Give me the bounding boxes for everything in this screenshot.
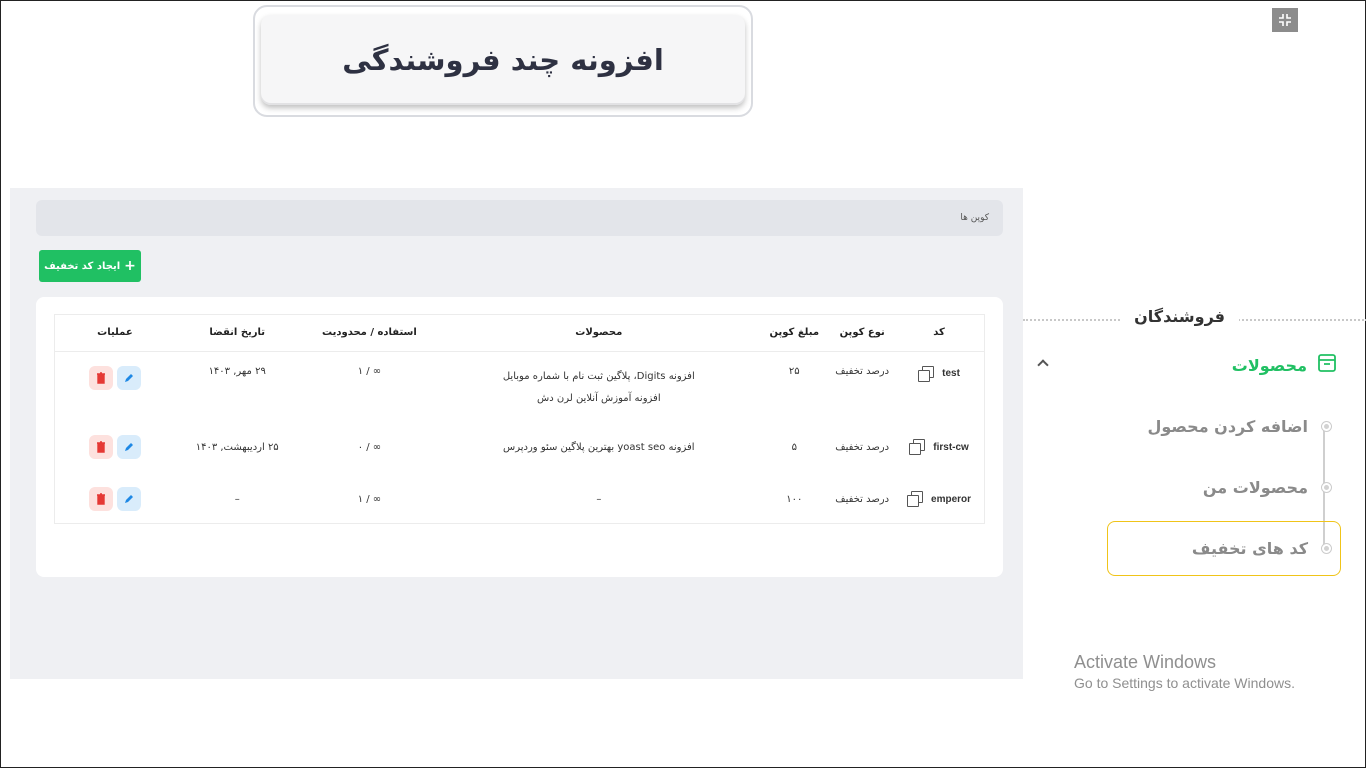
bullet-dot	[1322, 483, 1331, 492]
coupon-product: افزونه آموزش آنلاین لرن دش	[537, 392, 661, 404]
vendor-sidebar: فروشندگان محصولات اضافه کردن محصول محصول…	[1023, 291, 1366, 591]
title-card-inner: افزونه چند فروشندگی	[261, 15, 745, 105]
coupon-product: افزونه yoast seo بهترین پلاگین سئو وردپر…	[503, 441, 695, 453]
coupon-expiry: ۲۹ مهر, ۱۴۰۳	[208, 365, 266, 377]
col-code: کد	[894, 315, 984, 352]
title-card: افزونه چند فروشندگی	[253, 5, 753, 117]
coupon-type: درصد تخفیف	[835, 493, 890, 505]
sidebar-item-label: کد های تخفیف	[1191, 539, 1308, 558]
sidebar-item-my-products[interactable]: محصولات من	[1203, 478, 1331, 497]
trash-icon[interactable]	[88, 365, 113, 390]
sidebar-item-label: محصولات	[1231, 355, 1307, 375]
coupon-expiry: –	[234, 493, 240, 505]
watermark-line1: Activate Windows	[1074, 652, 1217, 672]
coupon-amount: ۱۰۰	[786, 493, 803, 505]
breadcrumb: کوپن ها	[36, 200, 1003, 236]
pencil-icon[interactable]	[116, 365, 141, 390]
coupon-code: test	[942, 368, 960, 379]
create-coupon-label: ایجاد کد تخفیف	[44, 260, 121, 272]
table-row: emperor درصد تخفیف ۱۰۰ – ∞ / ۱ –	[55, 473, 984, 525]
sidebar-item-add-product[interactable]: اضافه کردن محصول	[1147, 417, 1331, 436]
copy-icon[interactable]	[918, 365, 935, 382]
table-row: test درصد تخفیف ۲۵ افزونه Digits، پلاگین…	[55, 351, 984, 421]
chevron-up-icon[interactable]	[1037, 359, 1049, 371]
plus-icon: +	[124, 258, 136, 274]
sidebar-section-title: فروشندگان	[1120, 307, 1239, 326]
bullet-dot	[1322, 544, 1331, 553]
coupon-usage: ∞ / ۰	[357, 441, 382, 453]
coupon-product: افزونه Digits، پلاگین ثبت نام با شماره م…	[502, 370, 695, 382]
sidebar-item-coupons[interactable]: کد های تخفیف	[1192, 539, 1331, 558]
main-panel: کوپن ها + ایجاد کد تخفیف کد نوع کوپن مبل…	[10, 188, 1023, 679]
table-row: first-cw درصد تخفیف ۵ افزونه yoast seo ب…	[55, 421, 984, 473]
coupons-table: کد نوع کوپن مبلغ کوپن محصولات استفاده / …	[54, 314, 985, 524]
sidebar-item-label: اضافه کردن محصول	[1147, 417, 1308, 436]
copy-icon[interactable]	[909, 439, 926, 455]
page-title: افزونه چند فروشندگی	[342, 43, 664, 77]
box-icon	[1317, 353, 1337, 377]
coupon-type: درصد تخفیف	[835, 365, 890, 377]
col-expiry: تاریخ انقضا	[174, 315, 300, 352]
watermark-line2: Go to Settings to activate Windows.	[1074, 675, 1295, 691]
sidebar-item-label: محصولات من	[1202, 478, 1308, 497]
coupon-code: emperor	[931, 493, 972, 505]
coupon-usage: ∞ / ۱	[357, 365, 382, 377]
coupon-product: –	[596, 493, 602, 505]
pencil-icon[interactable]	[116, 487, 141, 511]
coupon-amount: ۲۵	[788, 365, 800, 377]
col-amount: مبلغ کوپن	[758, 315, 831, 352]
col-actions: عملیات	[55, 315, 175, 352]
breadcrumb-label: کوپن ها	[960, 213, 989, 223]
col-type: نوع کوپن	[830, 315, 895, 352]
activate-windows-watermark: Activate Windows Go to Settings to activ…	[1074, 652, 1295, 691]
trash-icon[interactable]	[88, 435, 113, 459]
bullet-dot	[1322, 422, 1331, 431]
trash-icon[interactable]	[88, 487, 113, 511]
pencil-icon[interactable]	[116, 435, 141, 459]
table-header-row: کد نوع کوپن مبلغ کوپن محصولات استفاده / …	[55, 315, 984, 352]
copy-icon[interactable]	[907, 491, 924, 507]
exit-fullscreen-icon[interactable]	[1272, 8, 1298, 32]
coupon-amount: ۵	[791, 441, 797, 453]
coupon-usage: ∞ / ۱	[357, 493, 382, 505]
col-usage: استفاده / محدودیت	[299, 315, 440, 352]
coupons-card: کد نوع کوپن مبلغ کوپن محصولات استفاده / …	[36, 297, 1003, 577]
col-products: محصولات	[439, 315, 759, 352]
create-coupon-button[interactable]: + ایجاد کد تخفیف	[39, 250, 141, 282]
sidebar-item-products[interactable]: محصولات	[1232, 353, 1337, 377]
coupon-code: first-cw	[933, 441, 969, 453]
coupon-expiry: ۲۵ اردیبهشت, ۱۴۰۳	[195, 441, 279, 453]
coupon-type: درصد تخفیف	[835, 441, 890, 453]
